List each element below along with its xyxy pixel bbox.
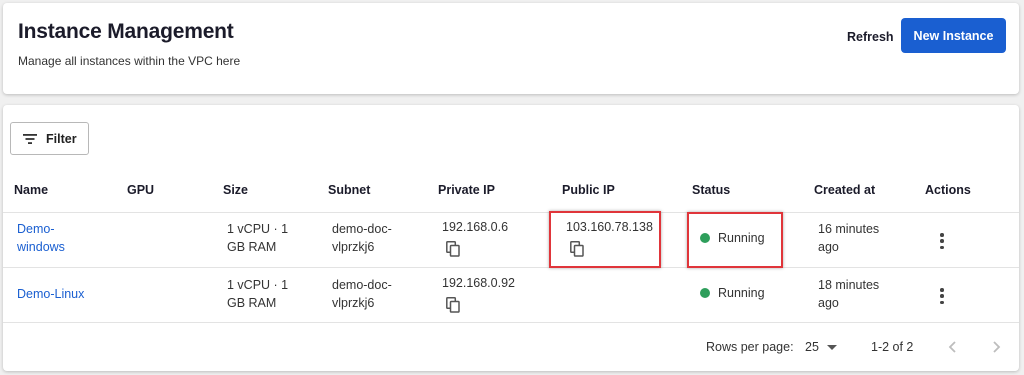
created-at-cell: 18 minutes ago <box>818 278 880 310</box>
header-card: Instance Management Manage all instances… <box>3 3 1019 94</box>
size-cell: 1 vCPU · 1 GB RAM <box>227 222 289 254</box>
chevron-right-icon[interactable] <box>988 339 1004 355</box>
column-header-actions: Actions <box>925 183 971 197</box>
row-divider <box>3 267 1019 268</box>
created-at-cell: 16 minutes ago <box>818 222 880 254</box>
status-highlight-box <box>687 212 783 268</box>
chevron-left-icon[interactable] <box>945 339 961 355</box>
more-vert-icon[interactable] <box>937 288 947 304</box>
refresh-button[interactable]: Refresh <box>839 23 902 51</box>
copy-icon[interactable] <box>446 241 460 257</box>
column-header-size[interactable]: Size <box>223 183 248 197</box>
row-divider <box>3 322 1019 323</box>
instance-name-link[interactable]: Demo-Linux <box>17 285 84 303</box>
rows-per-page-select[interactable]: 25 <box>805 340 837 354</box>
filter-button[interactable]: Filter <box>10 122 89 155</box>
page-title: Instance Management <box>18 20 234 43</box>
copy-icon[interactable] <box>446 297 460 313</box>
rows-per-page-label: Rows per page: <box>706 340 794 354</box>
pagination-range: 1-2 of 2 <box>871 340 914 354</box>
new-instance-button[interactable]: New Instance <box>901 18 1006 53</box>
caret-down-icon <box>826 344 837 350</box>
subnet-cell: demo-doc- vlprzkj6 <box>332 222 392 254</box>
status-dot-icon <box>700 288 710 298</box>
size-cell: 1 vCPU · 1 GB RAM <box>227 278 289 310</box>
column-header-name[interactable]: Name <box>14 183 48 197</box>
column-header-private-ip[interactable]: Private IP <box>438 183 495 197</box>
header-divider <box>3 212 1019 213</box>
subnet-cell: demo-doc- vlprzkj6 <box>332 278 392 310</box>
column-header-created-at[interactable]: Created at <box>814 183 875 197</box>
status-badge: Running <box>700 286 765 300</box>
column-header-subnet[interactable]: Subnet <box>328 183 370 197</box>
instances-table-card: Filter Name GPU Size Subnet Private IP P… <box>3 105 1019 371</box>
filter-label: Filter <box>46 131 77 146</box>
column-header-gpu[interactable]: GPU <box>127 183 154 197</box>
private-ip-cell: 192.168.0.6 <box>442 220 509 234</box>
column-header-public-ip[interactable]: Public IP <box>562 183 615 197</box>
more-vert-icon[interactable] <box>937 233 947 249</box>
page-subtitle: Manage all instances within the VPC here <box>18 54 241 68</box>
instance-name-link[interactable]: Demo- windows <box>17 220 65 256</box>
public-ip-highlight-box <box>549 211 661 268</box>
column-header-status[interactable]: Status <box>692 183 730 197</box>
private-ip-cell: 192.168.0.92 <box>442 276 515 290</box>
filter-icon <box>23 133 37 144</box>
